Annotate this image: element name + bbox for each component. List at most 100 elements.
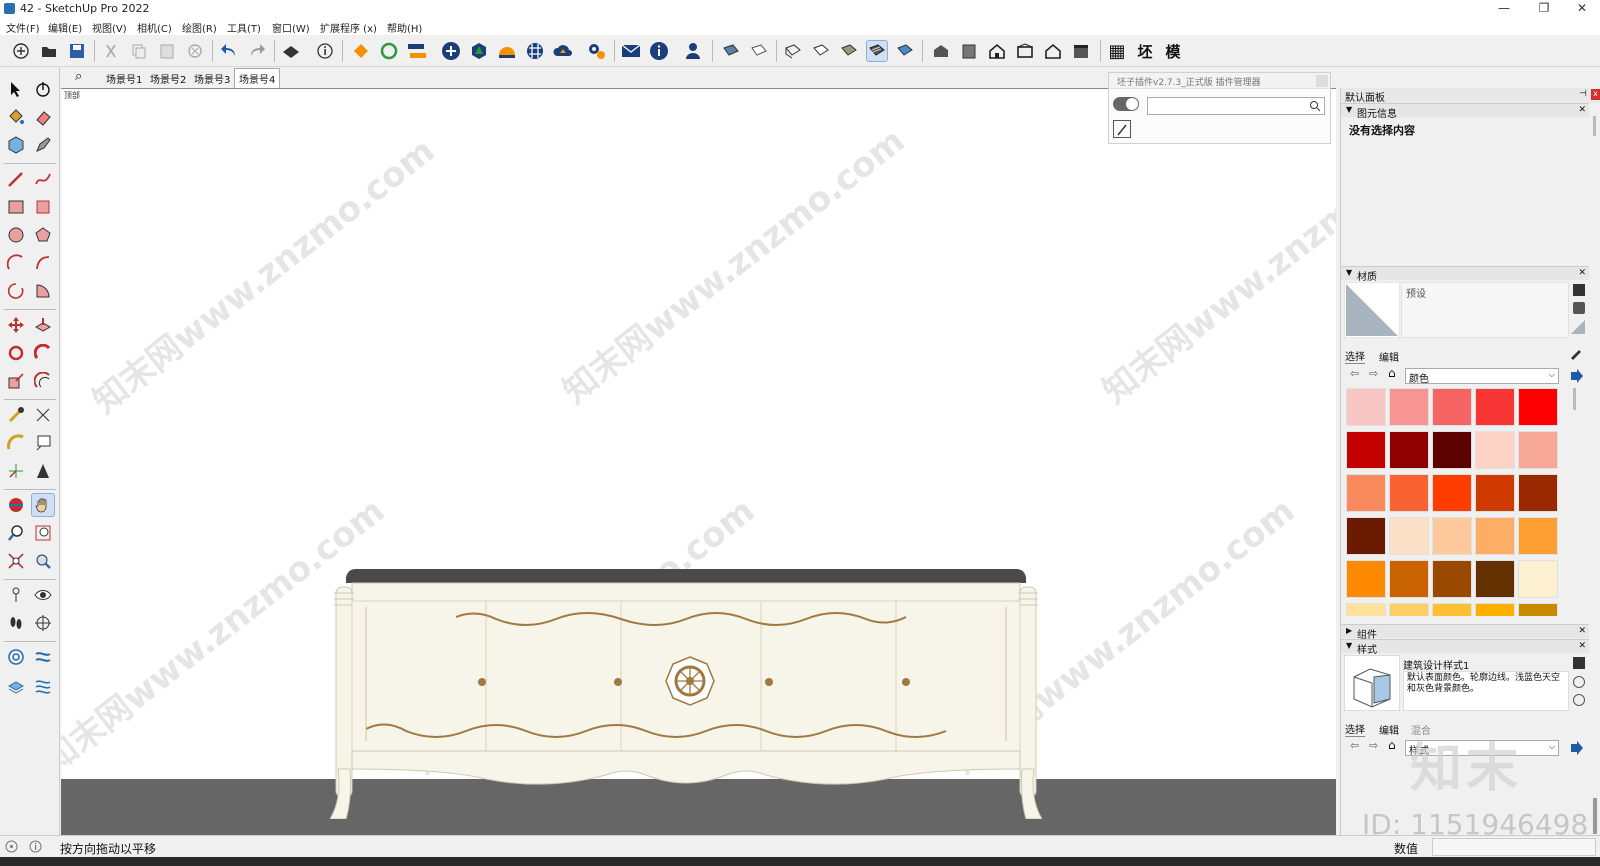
color-swatch[interactable] [1518,560,1558,598]
sunrise-icon[interactable] [496,40,518,62]
scene-tab-3[interactable]: 场景号3 [194,71,230,86]
wireframe-icon[interactable] [782,40,804,62]
color-swatch[interactable] [1389,474,1429,512]
color-swatch[interactable] [1475,517,1515,555]
orbit-icon[interactable] [4,493,28,517]
details-arrow-icon[interactable] [1569,741,1583,755]
library-select[interactable]: 颜色 ⌵ [1405,368,1559,385]
components-close-icon[interactable]: ✕ [1578,626,1586,636]
zoom-window-icon[interactable] [31,521,55,545]
3d-text-icon[interactable] [31,459,55,483]
color-swatch[interactable] [1475,388,1515,426]
menu-tools[interactable]: 工具(T) [227,20,261,35]
menu-camera[interactable]: 相机(C) [137,20,172,35]
line-pencil-icon[interactable] [4,167,28,191]
color-swatch[interactable] [1432,560,1472,598]
pie-icon[interactable] [31,279,55,303]
eraser-icon[interactable] [31,105,55,129]
text-icon[interactable] [31,431,55,455]
menu-file[interactable]: 文件(F) [6,20,40,35]
freehand-icon[interactable] [31,167,55,191]
search-icon[interactable]: ⌕ [75,69,82,84]
color-swatch[interactable] [1518,388,1558,426]
walk-icon[interactable] [4,611,28,635]
scene-tab-4[interactable]: 场景号4 [234,68,281,88]
styles-close-icon[interactable]: ✕ [1578,641,1586,651]
settings-gears-icon[interactable] [586,40,608,62]
add-circle-icon[interactable] [440,40,462,62]
color-swatch[interactable] [1432,603,1472,616]
tree-icon[interactable] [468,40,490,62]
zoom-extents-icon[interactable] [4,549,28,573]
home-icon[interactable]: ⌂ [1388,366,1396,380]
drape-icon[interactable] [31,673,55,697]
menu-window[interactable]: 窗口(W) [272,20,310,35]
plugin-brush-icon[interactable] [1113,120,1131,138]
color-swatch[interactable] [1518,517,1558,555]
hidden-line-icon[interactable] [810,40,832,62]
back-view-icon[interactable] [1042,40,1064,62]
scene-tab-1[interactable]: 场景号1 [106,71,142,86]
color-swatch[interactable] [1389,388,1429,426]
orbit-select-icon[interactable] [31,77,55,101]
look-around-icon[interactable] [31,583,55,607]
top-view-icon[interactable] [958,40,980,62]
dimension-icon[interactable] [31,403,55,427]
menu-view[interactable]: 视图(V) [92,20,127,35]
color-swatch[interactable] [1432,474,1472,512]
color-swatch[interactable] [1475,603,1515,616]
menu-edit[interactable]: 编辑(E) [48,20,82,35]
styles-tab-select[interactable]: 选择 [1345,721,1365,737]
update-style-icon[interactable] [1573,694,1585,706]
color-swatch[interactable] [1475,560,1515,598]
new-file-icon[interactable] [10,40,32,62]
redo-icon[interactable] [246,40,268,62]
print-icon[interactable] [280,40,302,62]
mo-icon[interactable]: 模 [1162,40,1184,62]
offset-icon[interactable] [31,369,55,393]
shaded-textures-icon[interactable] [866,40,888,62]
undo-icon[interactable] [218,40,240,62]
color-swatch[interactable] [1475,431,1515,469]
right-view-icon[interactable] [1014,40,1036,62]
materials-tab-edit[interactable]: 编辑 [1379,349,1399,364]
axes-icon[interactable] [4,459,28,483]
plugin-search-input[interactable] [1147,97,1325,115]
rotate-icon[interactable] [4,341,28,365]
two-point-arc-icon[interactable] [31,251,55,275]
left-view-icon[interactable] [1070,40,1092,62]
home-icon[interactable]: ⌂ [1388,738,1396,752]
measurements-input[interactable] [1432,838,1596,856]
plugin-sync-icon[interactable] [406,40,428,62]
entity-info-close-icon[interactable]: ✕ [1578,105,1586,115]
zoom-icon[interactable] [4,521,28,545]
search-icon[interactable] [1309,100,1321,112]
menu-draw[interactable]: 绘图(R) [182,20,217,35]
info-icon[interactable] [648,40,670,62]
open-folder-icon[interactable] [38,40,60,62]
back-edges-icon[interactable] [748,40,770,62]
position-camera-icon[interactable] [4,583,28,607]
section-plane-icon[interactable] [31,611,55,635]
cloud-upload-icon[interactable] [552,40,574,62]
create-material-icon[interactable] [1573,302,1585,314]
back-arrow-icon[interactable]: ⇦ [1350,367,1359,380]
previous-view-icon[interactable] [31,549,55,573]
minimize-button[interactable]: — [1484,0,1524,17]
scale-icon[interactable] [4,369,28,393]
smoove-icon[interactable] [4,673,28,697]
info-circle-icon[interactable] [29,840,42,853]
tray-scrollbar[interactable] [1593,798,1597,834]
tray-close-icon[interactable]: x [1591,89,1600,100]
user-icon[interactable] [682,40,704,62]
eyedropper-icon[interactable] [1569,346,1583,360]
color-swatch[interactable] [1346,431,1386,469]
plugin-panel-close-icon[interactable] [1316,75,1328,87]
three-point-arc-icon[interactable] [4,279,28,303]
back-arrow-icon[interactable]: ⇦ [1350,739,1359,752]
maximize-button[interactable]: ❐ [1524,0,1564,17]
styles-tab-edit[interactable]: 编辑 [1379,722,1399,737]
mail-icon[interactable] [620,40,642,62]
front-view-icon[interactable] [986,40,1008,62]
tv-cabinet-model[interactable] [326,569,1046,819]
